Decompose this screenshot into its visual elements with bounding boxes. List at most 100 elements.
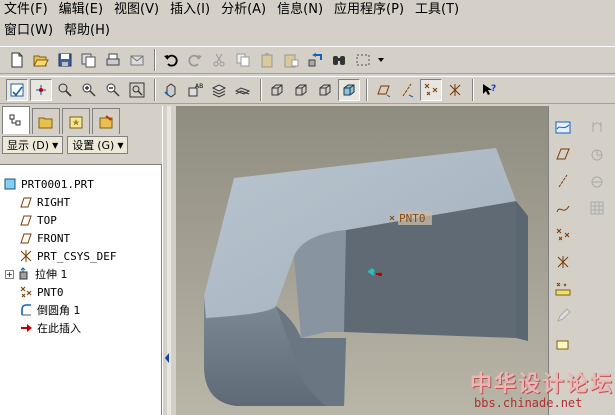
show-dropdown[interactable]: 显示 (D) ▼ xyxy=(2,136,64,154)
orient-button[interactable] xyxy=(54,79,76,101)
rib-tool-button[interactable] xyxy=(586,170,608,192)
select-box-dropdown[interactable] xyxy=(376,49,386,71)
refit-icon xyxy=(129,82,145,98)
tab-connections[interactable] xyxy=(92,108,120,134)
datum-curve-tool-button[interactable] xyxy=(552,197,574,219)
save-button[interactable] xyxy=(54,49,76,71)
zoom-out-button[interactable] xyxy=(102,79,124,101)
sketch-tool-button[interactable] xyxy=(552,332,574,354)
select-box-button[interactable] xyxy=(352,49,374,71)
email-button[interactable] xyxy=(126,49,148,71)
whats-this-button[interactable]: ? xyxy=(478,79,500,101)
tree-item-label: TOP xyxy=(37,213,57,227)
tree-item-root[interactable]: PRT0001.PRT xyxy=(0,175,161,193)
find-button[interactable] xyxy=(328,49,350,71)
zoom-in-icon xyxy=(82,83,96,97)
menu-label: 视图 xyxy=(114,2,141,17)
reorient-button[interactable] xyxy=(160,79,182,101)
tree-item-front[interactable]: FRONT xyxy=(0,229,161,247)
cut-button[interactable] xyxy=(208,49,230,71)
tree-item-label: RIGHT xyxy=(37,195,71,209)
wireframe-button[interactable] xyxy=(266,79,288,101)
redo-button[interactable] xyxy=(184,49,206,71)
hole-tool-button[interactable] xyxy=(586,116,608,138)
settings-dropdown[interactable]: 设置 (G) ▼ xyxy=(67,136,129,154)
menu-analysis[interactable]: 分析(A) xyxy=(217,0,273,20)
watermark: 中华设计论坛 bbs.chinade.net xyxy=(470,366,615,415)
spin-center-button[interactable] xyxy=(30,79,52,101)
no-hidden-icon xyxy=(319,84,331,96)
datum-axes-toggle[interactable] xyxy=(396,79,418,101)
chevron-down-icon: ▼ xyxy=(52,140,59,150)
collapse-arrow-icon[interactable] xyxy=(164,352,170,364)
sketched-datum-curve-button[interactable] xyxy=(552,116,574,138)
refit-button[interactable] xyxy=(126,79,148,101)
menu-view[interactable]: 视图(V) xyxy=(110,0,166,20)
tree-item-round[interactable]: 倒圆角 1 xyxy=(0,301,161,319)
tree-item-label: 倒圆角 1 xyxy=(37,304,81,317)
pattern-tool-button[interactable] xyxy=(586,197,608,219)
menu-edit[interactable]: 编辑(E) xyxy=(55,0,110,20)
repaint-button[interactable] xyxy=(6,79,28,101)
menu-label: 帮助 xyxy=(64,23,91,38)
analysis-feature-button[interactable] xyxy=(552,278,574,300)
copy-button[interactable] xyxy=(232,49,254,71)
open-button[interactable] xyxy=(30,49,52,71)
tree-item-extrude[interactable]: + 拉伸 1 xyxy=(0,265,161,283)
no-hidden-button[interactable] xyxy=(314,79,336,101)
settings-label: 设置 xyxy=(72,139,95,152)
binoculars-icon xyxy=(333,56,345,65)
new-file-icon xyxy=(11,52,23,68)
expand-icon[interactable]: + xyxy=(5,269,14,279)
saved-views-button[interactable]: AB xyxy=(184,79,206,101)
view-manager-button[interactable] xyxy=(232,79,254,101)
tree-item-top[interactable]: TOP xyxy=(0,211,161,229)
paste-button[interactable] xyxy=(256,49,278,71)
save-copy-button[interactable] xyxy=(78,49,100,71)
menu-applications[interactable]: 应用程序(P) xyxy=(330,0,411,20)
reorient-icon xyxy=(164,83,176,98)
copy-icon xyxy=(236,53,250,67)
menu-tools[interactable]: 工具(T) xyxy=(411,0,466,20)
datum-planes-toggle[interactable] xyxy=(372,79,394,101)
layers-button[interactable] xyxy=(208,79,230,101)
datum-plane-tool-button[interactable] xyxy=(552,143,574,165)
splitter-handle[interactable] xyxy=(167,106,171,415)
datum-curve-icon xyxy=(556,205,570,213)
undo-button[interactable] xyxy=(160,49,182,71)
tab-folder-browser[interactable] xyxy=(32,108,60,134)
datum-point-tool-button[interactable] xyxy=(552,224,574,246)
hidden-line-button[interactable] xyxy=(290,79,312,101)
tab-model-tree[interactable] xyxy=(2,106,30,134)
tree-item-label: 在此插入 xyxy=(37,322,81,335)
tree-item-pnt0[interactable]: PNT0 xyxy=(0,283,161,301)
shading-button[interactable] xyxy=(338,79,360,101)
regenerate-button[interactable] xyxy=(304,49,326,71)
menu-insert[interactable]: 插入(I) xyxy=(166,0,217,20)
pnt0-label: PNT0 xyxy=(399,212,426,225)
show-key: (D) xyxy=(32,138,50,152)
new-button[interactable] xyxy=(6,49,28,71)
csys-tool-button[interactable] xyxy=(552,251,574,273)
menu-label: 工具 xyxy=(415,2,442,17)
tree-item-insert-here[interactable]: 在此插入 xyxy=(0,319,161,337)
print-button[interactable] xyxy=(102,49,124,71)
datum-points-toggle[interactable] xyxy=(420,79,442,101)
menu-info[interactable]: 信息(N) xyxy=(273,0,330,20)
tree-item-csys[interactable]: PRT_CSYS_DEF xyxy=(0,247,161,265)
datum-axis-tool-button[interactable] xyxy=(552,170,574,192)
tree-item-right[interactable]: RIGHT xyxy=(0,193,161,211)
tab-favorites[interactable] xyxy=(62,108,90,134)
datum-plane-icon xyxy=(18,195,34,209)
disabled-tool-button[interactable] xyxy=(552,305,574,327)
toolbar-file xyxy=(0,46,615,74)
menu-window[interactable]: 窗口(W) xyxy=(0,21,60,41)
shell-tool-button[interactable] xyxy=(586,143,608,165)
menu-file[interactable]: 文件(F) xyxy=(0,0,55,20)
panel-splitter[interactable] xyxy=(162,106,176,415)
datum-point-toggle-icon xyxy=(424,83,438,96)
zoom-in-button[interactable] xyxy=(78,79,100,101)
csys-toggle[interactable] xyxy=(444,79,466,101)
paste-special-button[interactable] xyxy=(280,49,302,71)
menu-help[interactable]: 帮助(H) xyxy=(60,21,117,41)
